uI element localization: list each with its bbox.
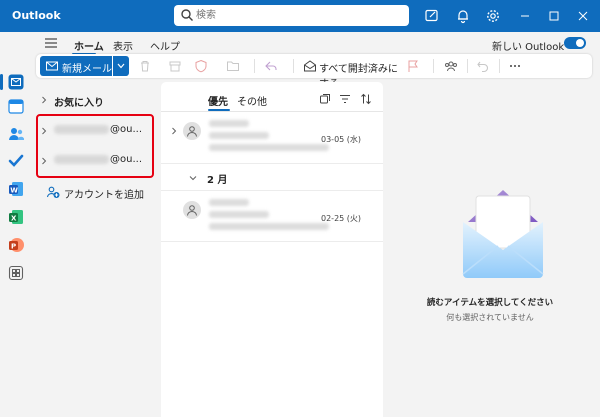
sender-redacted: [209, 199, 249, 206]
report-icon[interactable]: [194, 59, 208, 73]
new-mail-label: 新規メール: [62, 64, 112, 75]
message-list-header: 優先 その他: [161, 82, 383, 112]
ribbon-separator: [499, 59, 500, 73]
apps-icon[interactable]: [7, 264, 25, 282]
subject-redacted: [209, 211, 269, 218]
tab-other[interactable]: その他: [237, 93, 267, 108]
rail-active-indicator: [0, 74, 3, 90]
envelope-open-icon: [304, 60, 316, 72]
reading-pane: 読むアイテムを選択してください 何も選択されていません: [385, 82, 600, 417]
new-mail-button[interactable]: 新規メール: [40, 56, 112, 76]
ribbon-separator: [433, 59, 434, 73]
date-group-label: 2 月: [207, 175, 228, 186]
ribbon-separator: [467, 59, 468, 73]
app-title: Outlook: [12, 9, 61, 22]
todo-icon[interactable]: [7, 152, 25, 170]
add-account-label: アカウントを追加: [64, 190, 144, 201]
favorites-label[interactable]: お気に入り: [54, 94, 104, 109]
delete-icon[interactable]: [138, 59, 152, 73]
new-mail-dropdown[interactable]: [113, 56, 129, 76]
more-options-icon[interactable]: [508, 59, 522, 73]
groups-icon[interactable]: [444, 59, 458, 73]
maximize-icon[interactable]: [546, 8, 562, 24]
preview-redacted: [209, 144, 329, 151]
tab-view[interactable]: 表示: [113, 38, 133, 53]
new-outlook-label: 新しい Outlook: [492, 42, 565, 53]
svg-text:P: P: [11, 242, 16, 250]
powerpoint-icon[interactable]: P: [7, 236, 25, 254]
message-row[interactable]: 02-25 (火): [161, 190, 383, 242]
ribbon: 新規メール すべて開封済みにする: [36, 54, 592, 90]
subject-redacted: [209, 132, 269, 139]
excel-icon[interactable]: X: [7, 208, 25, 226]
reply-icon[interactable]: [264, 59, 278, 73]
hamburger-menu-icon[interactable]: [44, 37, 58, 49]
chevron-down-icon: [117, 63, 125, 69]
search-box[interactable]: [174, 5, 409, 26]
sender-redacted: [209, 120, 249, 127]
move-to-folder-icon[interactable]: [226, 59, 240, 73]
accounts-highlight-box: [36, 114, 154, 178]
envelope-illustration-icon: [462, 190, 544, 278]
search-icon: [181, 9, 193, 21]
new-outlook-toggle[interactable]: [564, 37, 586, 49]
add-person-icon: [46, 186, 60, 198]
menu-row: ホーム 表示 ヘルプ 新しい Outlook: [32, 32, 600, 56]
message-date: 02-25 (火): [321, 214, 362, 223]
tab-home[interactable]: ホーム: [74, 38, 104, 53]
flag-icon[interactable]: [406, 59, 420, 73]
chevron-right-icon[interactable]: [40, 96, 48, 104]
ribbon-separator: [254, 59, 255, 73]
preview-redacted: [209, 223, 329, 230]
date-group-header[interactable]: 2 月: [161, 168, 383, 188]
filter-icon[interactable]: [339, 93, 351, 105]
search-input[interactable]: [196, 8, 396, 22]
archive-icon[interactable]: [168, 59, 182, 73]
message-row[interactable]: 03-05 (水): [161, 112, 383, 164]
tab-focused-underline: [208, 109, 230, 111]
person-icon: [187, 126, 197, 137]
mail-icon[interactable]: [7, 73, 25, 91]
chevron-down-icon[interactable]: [189, 174, 197, 182]
avatar: [183, 122, 201, 140]
avatar: [183, 201, 201, 219]
message-list: 優先 その他 03-05 (水) 2 月 02-25 (火): [161, 82, 383, 417]
mark-all-read-button[interactable]: すべて開封済みにする: [303, 57, 403, 90]
svg-text:X: X: [11, 214, 17, 222]
chevron-right-icon[interactable]: [170, 127, 178, 135]
tab-focused[interactable]: 優先: [208, 93, 228, 108]
message-date: 03-05 (水): [321, 135, 362, 144]
calendar-icon[interactable]: [7, 97, 25, 115]
gear-icon[interactable]: [485, 8, 501, 24]
minimize-icon[interactable]: [517, 8, 533, 24]
person-icon: [187, 205, 197, 216]
close-icon[interactable]: [575, 8, 591, 24]
app-rail: W X P: [0, 32, 32, 417]
add-account-button[interactable]: アカウントを追加: [46, 184, 156, 201]
sort-icon[interactable]: [360, 93, 372, 105]
bell-icon[interactable]: [455, 8, 471, 24]
people-icon[interactable]: [7, 125, 25, 143]
undo-icon[interactable]: [476, 59, 490, 73]
reading-pane-title: 読むアイテムを選択してください: [426, 298, 554, 308]
word-icon[interactable]: W: [7, 180, 25, 198]
title-bar: Outlook: [0, 0, 600, 32]
compose-note-icon[interactable]: [424, 8, 440, 24]
ribbon-separator: [293, 59, 294, 73]
envelope-icon: [46, 61, 58, 71]
reading-pane-subtitle: 何も選択されていません: [446, 313, 534, 322]
svg-text:W: W: [10, 186, 18, 194]
select-mode-icon[interactable]: [319, 93, 331, 105]
tab-help[interactable]: ヘルプ: [150, 38, 180, 53]
